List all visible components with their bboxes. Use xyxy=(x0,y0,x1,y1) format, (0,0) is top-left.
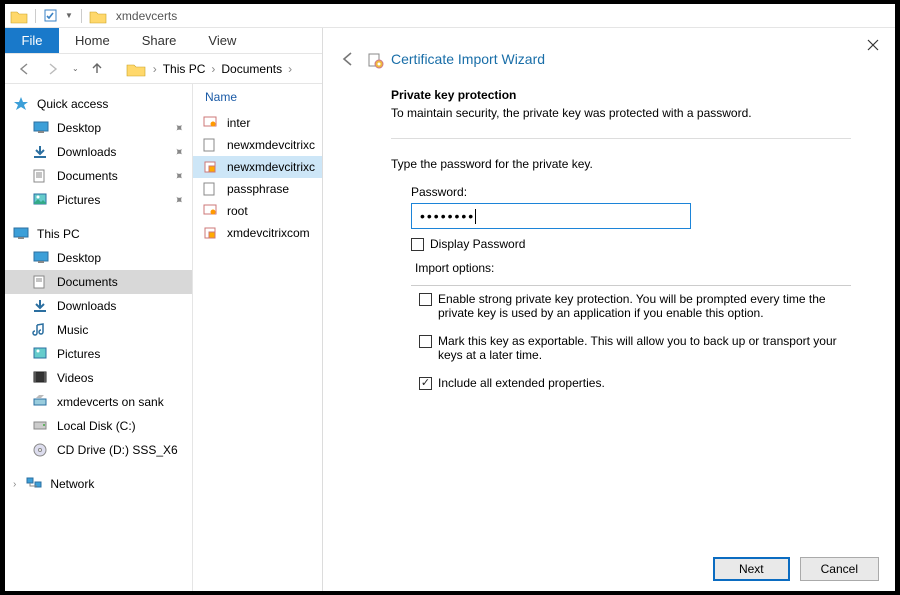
divider xyxy=(391,138,851,139)
nav-quick-access[interactable]: Quick access xyxy=(5,92,192,116)
breadcrumb[interactable]: › This PC › Documents › xyxy=(151,62,294,76)
strong-protection-checkbox[interactable] xyxy=(419,293,432,306)
crumb-documents[interactable]: Documents xyxy=(221,62,282,76)
cancel-button[interactable]: Cancel xyxy=(800,557,879,581)
next-button[interactable]: Next xyxy=(713,557,790,581)
file-icon xyxy=(203,138,219,152)
nav-downloads[interactable]: Downloads ✦ xyxy=(5,140,192,164)
nav-pc-netdrive[interactable]: xmdevcerts on sank xyxy=(5,390,192,414)
nav-pane: Quick access Desktop ✦ Downloads ✦ xyxy=(5,84,193,591)
cd-icon xyxy=(33,443,49,457)
chevron-right-icon[interactable]: › xyxy=(209,62,217,76)
password-label: Password: xyxy=(411,185,851,203)
pin-icon: ✦ xyxy=(170,119,187,136)
network-drive-icon xyxy=(33,395,49,409)
recent-locations-icon[interactable]: ⌄ xyxy=(72,64,79,73)
nav-pc-documents[interactable]: Documents xyxy=(5,270,192,294)
window-title: xmdevcerts xyxy=(112,9,177,23)
nav-pc-pictures[interactable]: Pictures xyxy=(5,342,192,366)
music-icon xyxy=(33,323,49,337)
file-icon xyxy=(203,182,219,196)
folder-icon xyxy=(127,62,143,76)
nav-this-pc[interactable]: This PC xyxy=(5,222,192,246)
extended-properties-label: Include all extended properties. xyxy=(438,376,605,390)
disk-icon xyxy=(33,419,49,433)
nav-pc-videos[interactable]: Videos xyxy=(5,366,192,390)
network-icon xyxy=(26,477,42,491)
crumb-this-pc[interactable]: This PC xyxy=(163,62,206,76)
password-prompt: Type the password for the private key. xyxy=(391,157,851,185)
chevron-right-icon[interactable]: › xyxy=(151,62,159,76)
pin-icon: ✦ xyxy=(170,167,187,184)
wizard-back-button[interactable] xyxy=(337,48,359,70)
display-password-label: Display Password xyxy=(430,237,525,251)
nav-desktop[interactable]: Desktop ✦ xyxy=(5,116,192,140)
pin-icon: ✦ xyxy=(170,143,187,160)
nav-pc-localdisk[interactable]: Local Disk (C:) xyxy=(5,414,192,438)
pfx-icon xyxy=(203,226,219,240)
nav-network[interactable]: › Network xyxy=(5,472,192,496)
download-icon xyxy=(33,299,49,313)
section-title: Private key protection xyxy=(391,88,851,106)
certificate-icon xyxy=(203,116,219,130)
tab-view[interactable]: View xyxy=(192,28,252,53)
folder-icon xyxy=(11,9,27,23)
nav-pictures[interactable]: Pictures ✦ xyxy=(5,188,192,212)
checkbox-icon[interactable] xyxy=(44,9,60,23)
document-icon xyxy=(33,275,49,289)
password-input[interactable]: •••••••• xyxy=(411,203,691,229)
wizard-title: Certificate Import Wizard xyxy=(391,51,545,67)
text-cursor xyxy=(475,209,476,224)
wizard-icon xyxy=(367,52,383,66)
import-options-label: Import options: xyxy=(411,261,498,275)
pfx-icon xyxy=(203,160,219,174)
desktop-icon xyxy=(33,121,49,135)
pictures-icon xyxy=(33,193,49,207)
chevron-down-icon[interactable]: ▼ xyxy=(65,11,73,20)
chevron-right-icon: › xyxy=(13,479,16,490)
certificate-icon xyxy=(203,204,219,218)
chevron-right-icon[interactable]: › xyxy=(286,62,294,76)
extended-properties-checkbox[interactable] xyxy=(419,377,432,390)
strong-protection-label: Enable strong private key protection. Yo… xyxy=(438,292,843,320)
certificate-import-wizard: Certificate Import Wizard Private key pr… xyxy=(322,28,895,591)
exportable-checkbox[interactable] xyxy=(419,335,432,348)
forward-button[interactable] xyxy=(43,59,63,79)
nav-pc-cddrive[interactable]: CD Drive (D:) SSS_X6 xyxy=(5,438,192,462)
pin-icon: ✦ xyxy=(170,191,187,208)
back-button[interactable] xyxy=(15,59,35,79)
tab-share[interactable]: Share xyxy=(126,28,193,53)
video-icon xyxy=(33,371,49,385)
nav-pc-desktop[interactable]: Desktop xyxy=(5,246,192,270)
exportable-label: Mark this key as exportable. This will a… xyxy=(438,334,843,362)
desktop-icon xyxy=(33,251,49,265)
pictures-icon xyxy=(33,347,49,361)
folder-icon xyxy=(90,9,106,23)
monitor-icon xyxy=(13,227,29,241)
tab-home[interactable]: Home xyxy=(59,28,126,53)
up-button[interactable] xyxy=(87,59,107,79)
close-button[interactable] xyxy=(859,34,887,56)
display-password-checkbox[interactable] xyxy=(411,238,424,251)
nav-documents[interactable]: Documents ✦ xyxy=(5,164,192,188)
section-subtitle: To maintain security, the private key wa… xyxy=(391,106,851,134)
tab-file[interactable]: File xyxy=(5,28,59,53)
nav-pc-downloads[interactable]: Downloads xyxy=(5,294,192,318)
download-icon xyxy=(33,145,49,159)
nav-pc-music[interactable]: Music xyxy=(5,318,192,342)
document-icon xyxy=(33,169,49,183)
star-icon xyxy=(13,97,29,111)
